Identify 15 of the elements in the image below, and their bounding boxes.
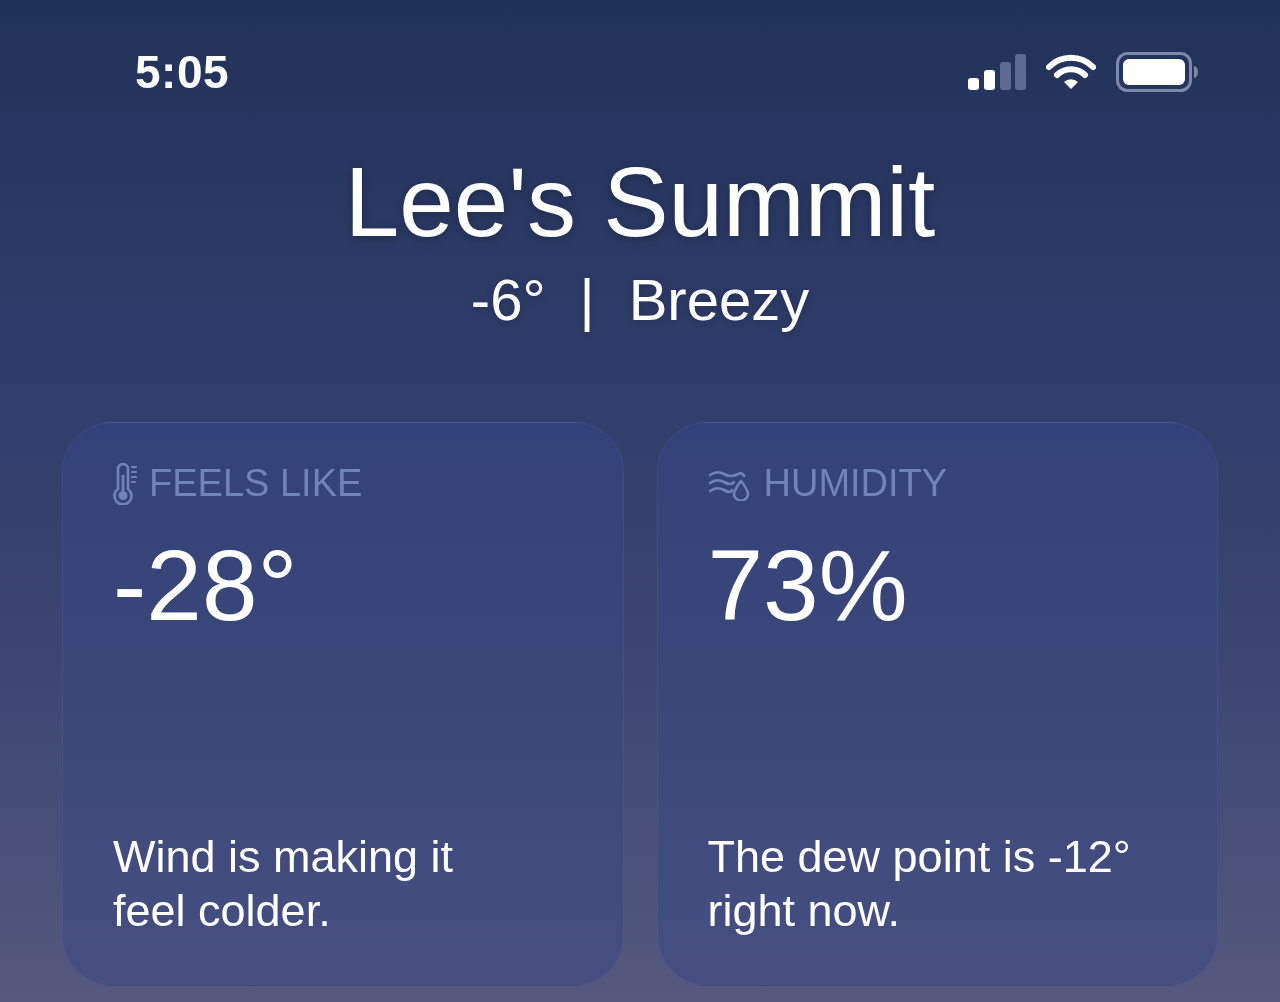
thermometer-icon — [113, 463, 137, 506]
city-title: Lee's Summit — [344, 149, 936, 257]
card-value: 73% — [707, 530, 909, 640]
current-temperature: -6° — [470, 265, 546, 334]
status-time: 5:05 — [135, 49, 230, 95]
card-description: Wind is making it feel colder. — [113, 830, 454, 939]
card-description: The dew point is -12° right now. — [707, 830, 1131, 939]
card-value: -28° — [113, 530, 299, 640]
condition-text: Breezy — [628, 265, 810, 334]
card-title: HUMIDITY — [763, 461, 948, 507]
signal-icon — [968, 54, 1026, 90]
separator-text: | — [579, 265, 595, 334]
wifi-icon — [1046, 54, 1096, 90]
battery-icon — [1116, 52, 1198, 92]
card-title: FEELS LIKE — [149, 461, 363, 507]
